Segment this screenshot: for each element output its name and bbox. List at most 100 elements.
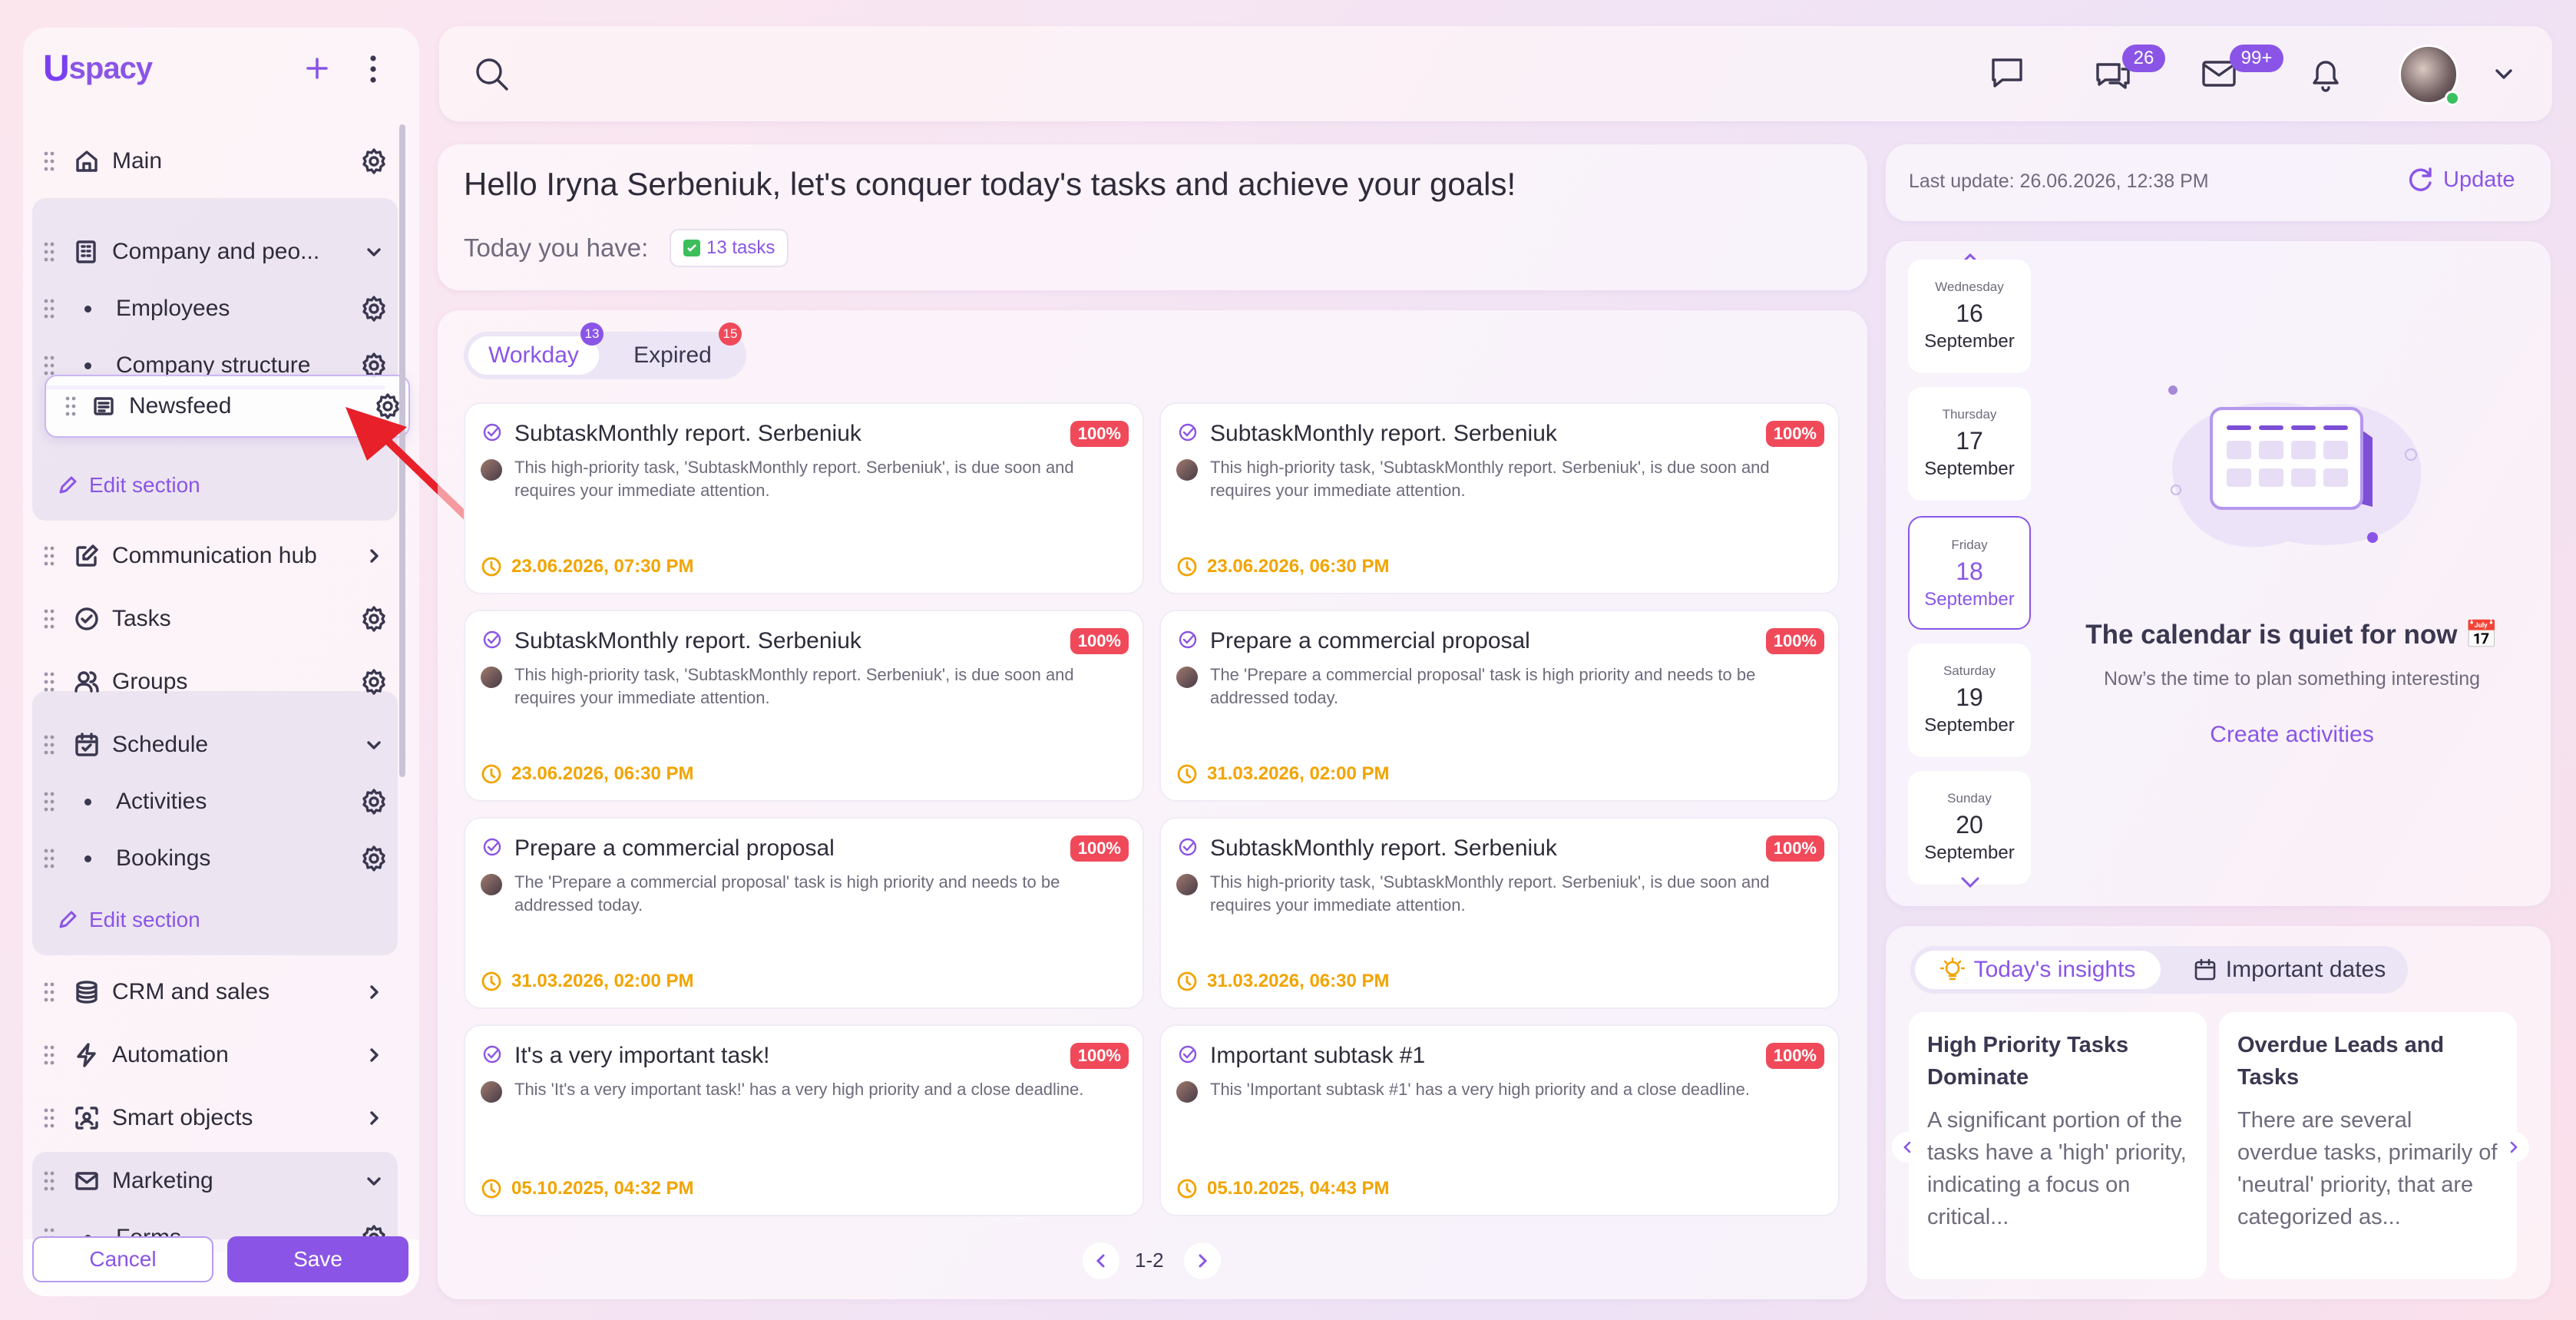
pencil-icon	[59, 911, 77, 928]
chevron-down-icon[interactable]	[2492, 65, 2515, 83]
assignee-avatar	[1176, 874, 1198, 895]
app-logo[interactable]: U spacy	[43, 48, 153, 90]
drag-handle-icon[interactable]	[34, 734, 64, 756]
drag-handle-icon[interactable]	[34, 298, 64, 319]
sidebar-item-bookings[interactable]: Bookings	[34, 831, 395, 886]
sidebar-item-tasks[interactable]: Tasks	[34, 591, 395, 647]
task-card[interactable]: SubtaskMonthly report. Serbeniuk 100% This…	[464, 610, 1144, 802]
task-check-icon	[1178, 422, 1198, 442]
drag-handle-icon[interactable]	[34, 355, 64, 376]
drag-handle-icon[interactable]	[34, 671, 64, 693]
update-button[interactable]: Update	[2406, 166, 2515, 194]
sidebar-item-schedule[interactable]: Schedule	[34, 717, 395, 772]
chevron-down-icon[interactable]	[353, 243, 395, 261]
task-check-icon	[482, 422, 502, 442]
task-description: The 'Prepare a commercial proposal' task…	[1210, 665, 1756, 707]
calendar-illustration	[2168, 385, 2422, 548]
more-vertical-icon[interactable]	[367, 54, 379, 84]
task-card[interactable]: Prepare a commercial proposal 100% The 'Pr…	[464, 817, 1144, 1009]
calendar-day[interactable]: Thursday 17 September	[1908, 387, 2031, 501]
task-card[interactable]: It's a very important task! 100% This 'It'…	[464, 1024, 1144, 1216]
online-status-dot	[2445, 91, 2460, 106]
prev-page-button[interactable]	[1083, 1242, 1119, 1279]
tab-important-dates[interactable]: Important dates	[2174, 951, 2405, 989]
day-month: September	[1924, 331, 2015, 352]
sidebar-item-activities[interactable]: Activities	[34, 774, 395, 829]
save-button[interactable]: Save	[227, 1236, 408, 1282]
day-month: September	[1924, 458, 2015, 479]
chevron-right-icon[interactable]	[353, 1109, 395, 1127]
drag-handle-icon[interactable]	[34, 1044, 64, 1066]
drag-handle-icon[interactable]	[34, 848, 64, 869]
drag-handle-icon[interactable]	[34, 1170, 64, 1192]
sidebar-item-automation[interactable]: Automation	[34, 1027, 395, 1083]
drag-handle-icon[interactable]	[34, 151, 64, 172]
priority-badge: 100%	[1765, 421, 1824, 447]
task-title: It's a very important task!	[514, 1043, 770, 1068]
insights-prev-button[interactable]	[1892, 1132, 1923, 1163]
drag-handle-icon[interactable]	[34, 1107, 64, 1129]
chevron-right-icon[interactable]	[353, 983, 395, 1001]
chat-badge-label: 26	[2133, 48, 2154, 68]
calendar-day[interactable]: Friday 18 September	[1908, 516, 2031, 630]
day-number: 18	[1956, 557, 1983, 585]
sidebar-item-main[interactable]: Main	[34, 134, 395, 189]
calendar-day[interactable]: Wednesday 16 September	[1908, 260, 2031, 373]
sidebar-item-crm[interactable]: CRM and sales	[34, 964, 395, 1020]
insight-card[interactable]: High Priority Tasks Dominate A significa…	[1909, 1012, 2207, 1279]
calendar-day[interactable]: Sunday 20 September	[1908, 771, 2031, 885]
sidebar-item-smart-objects[interactable]: Smart objects	[34, 1090, 395, 1146]
drag-handle-icon[interactable]	[34, 241, 64, 263]
sidebar-item-marketing[interactable]: Marketing	[34, 1153, 395, 1209]
gear-icon[interactable]	[353, 295, 395, 323]
task-title: Important subtask #1	[1210, 1043, 1426, 1068]
task-card[interactable]: Important subtask #1 100% This 'Important …	[1159, 1024, 1840, 1216]
drag-handle-icon[interactable]	[34, 791, 64, 812]
task-card[interactable]: SubtaskMonthly report. Serbeniuk 100% This…	[1159, 817, 1840, 1009]
drag-handle-icon[interactable]	[55, 395, 86, 417]
tab-label: Important dates	[2225, 957, 2386, 982]
tab-todays-insights[interactable]: Today's insights	[1915, 951, 2161, 989]
insight-card[interactable]: Overdue Leads and Tasks There are severa…	[2219, 1012, 2517, 1279]
gear-icon[interactable]	[353, 845, 395, 872]
add-icon[interactable]	[304, 55, 330, 81]
bell-icon[interactable]	[2308, 55, 2343, 94]
chevron-down-icon[interactable]	[353, 736, 395, 754]
pencil-icon	[59, 476, 77, 494]
calendar-down-icon[interactable]	[1956, 872, 1984, 894]
gear-icon[interactable]	[353, 788, 395, 815]
next-page-button[interactable]	[1184, 1242, 1221, 1279]
gear-icon[interactable]	[353, 668, 395, 696]
create-activities-link[interactable]: Create activities	[2019, 722, 2564, 748]
task-card[interactable]: Prepare a commercial proposal 100% The 'Pr…	[1159, 610, 1840, 802]
greeting-text: Hello Iryna Serbeniuk, let's conquer tod…	[464, 166, 1516, 202]
sidebar-item-employees[interactable]: Employees	[34, 281, 395, 336]
chevron-right-icon[interactable]	[353, 1046, 395, 1064]
checkbox-icon	[683, 240, 700, 256]
task-description: The 'Prepare a commercial proposal' task…	[514, 872, 1060, 915]
edit-section-link[interactable]: Edit section	[57, 473, 200, 498]
sidebar-item-groups[interactable]: Groups	[34, 654, 395, 710]
edit-section-link[interactable]: Edit section	[57, 908, 200, 932]
tab-workday[interactable]: Workday	[468, 336, 599, 375]
drag-handle-icon[interactable]	[34, 608, 64, 630]
task-card[interactable]: SubtaskMonthly report. Serbeniuk 100% This…	[1159, 402, 1840, 594]
cancel-button[interactable]: Cancel	[32, 1236, 213, 1282]
chat-icon[interactable]	[1989, 55, 2025, 89]
insights-next-button[interactable]	[2498, 1132, 2529, 1163]
drag-handle-icon[interactable]	[34, 545, 64, 567]
tasks-chip[interactable]: 13 tasks	[670, 229, 789, 267]
task-check-icon	[1178, 837, 1198, 857]
search-icon[interactable]	[473, 55, 511, 94]
tab-expired[interactable]: Expired	[614, 336, 731, 375]
assignee-avatar	[1176, 1081, 1198, 1103]
drag-handle-icon[interactable]	[34, 981, 64, 1003]
gear-icon[interactable]	[353, 605, 395, 633]
calendar-day[interactable]: Saturday 19 September	[1908, 643, 2031, 757]
task-card[interactable]: SubtaskMonthly report. Serbeniuk 100% This…	[464, 402, 1144, 594]
day-month: September	[1924, 842, 2015, 863]
chat-count-badge: 26	[2122, 45, 2165, 72]
sidebar-item-company[interactable]: Company and peo...	[34, 224, 395, 280]
chevron-down-icon[interactable]	[353, 1172, 395, 1190]
gear-icon[interactable]	[353, 147, 395, 175]
